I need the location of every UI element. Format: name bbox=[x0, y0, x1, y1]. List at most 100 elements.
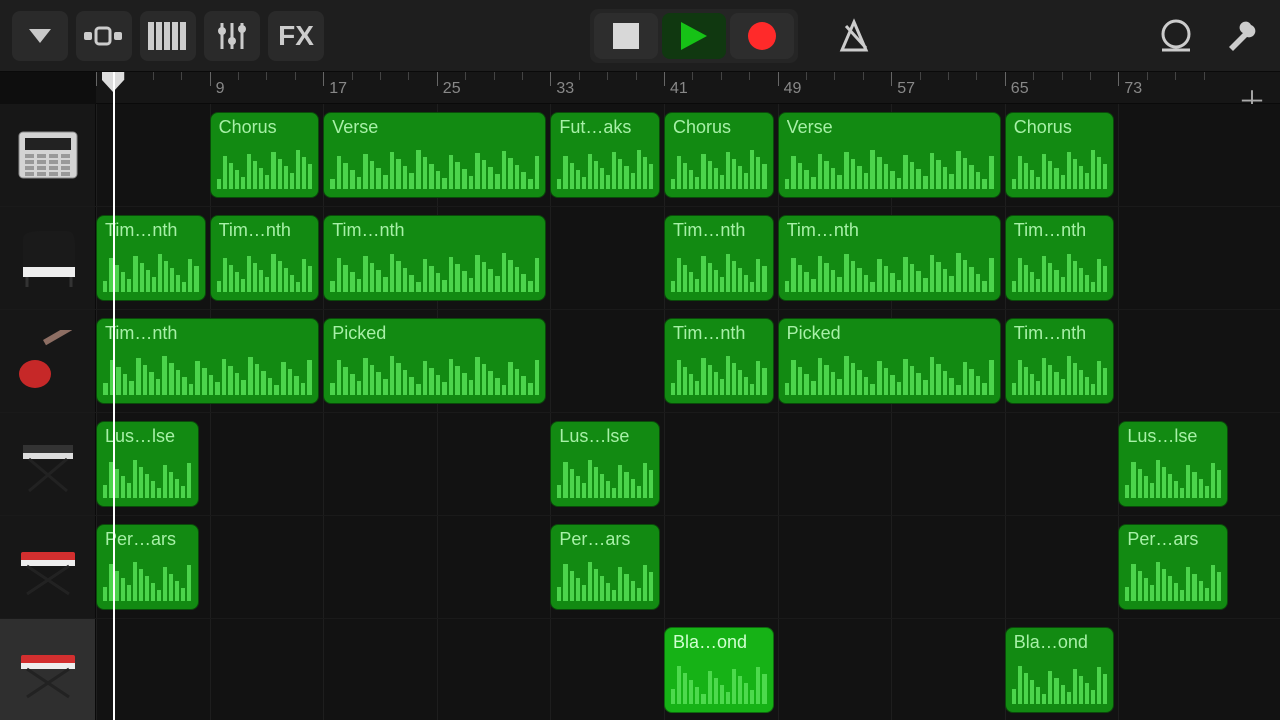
track-row: Tim…nth Picked Tim…nth Picked Tim…nth bbox=[0, 310, 1280, 413]
view-tracks-button[interactable] bbox=[76, 11, 132, 61]
ruler-bar-label: 17 bbox=[329, 80, 347, 98]
loop-button[interactable] bbox=[1148, 11, 1204, 61]
sliders-icon bbox=[216, 21, 248, 51]
region[interactable]: Chorus bbox=[1005, 112, 1115, 198]
region-label: Tim…nth bbox=[673, 220, 765, 241]
ruler-bar-label: 73 bbox=[1124, 80, 1142, 98]
track-header-red-keys[interactable] bbox=[0, 516, 96, 618]
region-label: Tim…nth bbox=[1014, 220, 1106, 241]
track-lane[interactable]: Per…ars Per…ars Per…ars bbox=[96, 516, 1280, 618]
mixer-button[interactable] bbox=[204, 11, 260, 61]
region-label: Tim…nth bbox=[105, 220, 197, 241]
region[interactable]: Tim…nth bbox=[1005, 318, 1115, 404]
track-lane[interactable]: Bla…ond Bla…ond bbox=[96, 619, 1280, 720]
instrument-button[interactable] bbox=[140, 11, 196, 61]
track-header-synth-stand[interactable] bbox=[0, 413, 96, 515]
record-button[interactable] bbox=[730, 13, 794, 59]
play-button[interactable] bbox=[662, 13, 726, 59]
track-row: Tim…nth Tim…nth Tim…nth Tim…nth Tim…nth Tim…n… bbox=[0, 207, 1280, 310]
track-row: Lus…lse Lus…lse Lus…lse bbox=[0, 413, 1280, 516]
region-label: Tim…nth bbox=[787, 220, 992, 241]
track-lane[interactable]: Tim…nth Picked Tim…nth Picked Tim…nth bbox=[96, 310, 1280, 412]
region-label: Fut…aks bbox=[559, 117, 651, 138]
region-label: Lus…lse bbox=[105, 426, 190, 447]
track-lane[interactable]: Lus…lse Lus…lse Lus…lse bbox=[96, 413, 1280, 515]
stop-button[interactable] bbox=[594, 13, 658, 59]
region-label: Picked bbox=[787, 323, 992, 344]
track-row: Chorus Verse Fut…aks Chorus Verse Chorus bbox=[0, 104, 1280, 207]
region[interactable]: Per…ars bbox=[1118, 524, 1228, 610]
region[interactable]: Picked bbox=[323, 318, 546, 404]
ruler-bar-label: 65 bbox=[1011, 80, 1029, 98]
track-lane[interactable]: Chorus Verse Fut…aks Chorus Verse Chorus bbox=[96, 104, 1280, 206]
region-label: Bla…ond bbox=[673, 632, 765, 653]
track-row: Bla…ond Bla…ond bbox=[0, 619, 1280, 720]
ruler-bar-label: 25 bbox=[443, 80, 461, 98]
region-label: Tim…nth bbox=[332, 220, 537, 241]
chevron-down-icon bbox=[27, 27, 53, 45]
region-label: Bla…ond bbox=[1014, 632, 1106, 653]
track-lane[interactable]: Tim…nth Tim…nth Tim…nth Tim…nth Tim…nth Tim…n… bbox=[96, 207, 1280, 309]
region[interactable]: Lus…lse bbox=[1118, 421, 1228, 507]
region-label: Picked bbox=[332, 323, 537, 344]
ruler-bar-label: 9 bbox=[216, 80, 225, 98]
track-settings-button[interactable] bbox=[12, 11, 68, 61]
region-label: Tim…nth bbox=[105, 323, 310, 344]
region-label: Tim…nth bbox=[673, 323, 765, 344]
track-header-bass-guitar[interactable] bbox=[0, 310, 96, 412]
region[interactable]: Tim…nth bbox=[1005, 215, 1115, 301]
transport-controls bbox=[590, 9, 798, 63]
record-icon bbox=[747, 21, 777, 51]
track-header-red-keys[interactable] bbox=[0, 619, 96, 720]
tracks-view-icon bbox=[84, 24, 124, 48]
region[interactable]: Tim…nth bbox=[323, 215, 546, 301]
region[interactable]: Bla…ond bbox=[1005, 627, 1115, 713]
region-label: Chorus bbox=[673, 117, 765, 138]
track-header-grand-piano[interactable] bbox=[0, 207, 96, 309]
play-icon bbox=[679, 20, 709, 52]
ruler-bar-label: 41 bbox=[670, 80, 688, 98]
region-label: Per…ars bbox=[559, 529, 651, 550]
region[interactable]: Per…ars bbox=[96, 524, 199, 610]
region[interactable]: Per…ars bbox=[550, 524, 660, 610]
region-label: Chorus bbox=[219, 117, 311, 138]
region[interactable]: Tim…nth bbox=[96, 318, 319, 404]
loop-icon bbox=[1158, 18, 1194, 54]
region[interactable]: Tim…nth bbox=[778, 215, 1001, 301]
region-label: Chorus bbox=[1014, 117, 1106, 138]
region[interactable]: Bla…ond bbox=[664, 627, 774, 713]
region[interactable]: Fut…aks bbox=[550, 112, 660, 198]
region-label: Verse bbox=[787, 117, 992, 138]
region[interactable]: Verse bbox=[323, 112, 546, 198]
region[interactable]: Chorus bbox=[664, 112, 774, 198]
region[interactable]: Verse bbox=[778, 112, 1001, 198]
metronome-button[interactable] bbox=[826, 11, 882, 61]
settings-button[interactable] bbox=[1212, 11, 1268, 61]
stop-icon bbox=[613, 23, 639, 49]
region[interactable]: Tim…nth bbox=[210, 215, 320, 301]
tracks-area: Chorus Verse Fut…aks Chorus Verse Chorus Tim…n… bbox=[0, 104, 1280, 720]
metronome-icon bbox=[836, 18, 872, 54]
region[interactable]: Chorus bbox=[210, 112, 320, 198]
keyboard-icon bbox=[148, 22, 188, 50]
region[interactable]: Tim…nth bbox=[664, 318, 774, 404]
region[interactable]: Picked bbox=[778, 318, 1001, 404]
toolbar: FX bbox=[0, 0, 1280, 72]
region-label: Tim…nth bbox=[219, 220, 311, 241]
region[interactable]: Lus…lse bbox=[96, 421, 199, 507]
region[interactable]: Tim…nth bbox=[664, 215, 774, 301]
region-label: Per…ars bbox=[105, 529, 190, 550]
track-header-drum-machine[interactable] bbox=[0, 104, 96, 206]
region[interactable]: Lus…lse bbox=[550, 421, 660, 507]
region-label: Lus…lse bbox=[1127, 426, 1219, 447]
playhead[interactable] bbox=[113, 72, 115, 720]
region-label: Tim…nth bbox=[1014, 323, 1106, 344]
region-label: Verse bbox=[332, 117, 537, 138]
ruler-bar-label: 49 bbox=[784, 80, 802, 98]
ruler-bar-label: 57 bbox=[897, 80, 915, 98]
region-label: Lus…lse bbox=[559, 426, 651, 447]
timeline-ruler[interactable]: 91725334149576573 bbox=[96, 72, 1280, 104]
region-label: Per…ars bbox=[1127, 529, 1219, 550]
track-row: Per…ars Per…ars Per…ars bbox=[0, 516, 1280, 619]
fx-button[interactable]: FX bbox=[268, 11, 324, 61]
